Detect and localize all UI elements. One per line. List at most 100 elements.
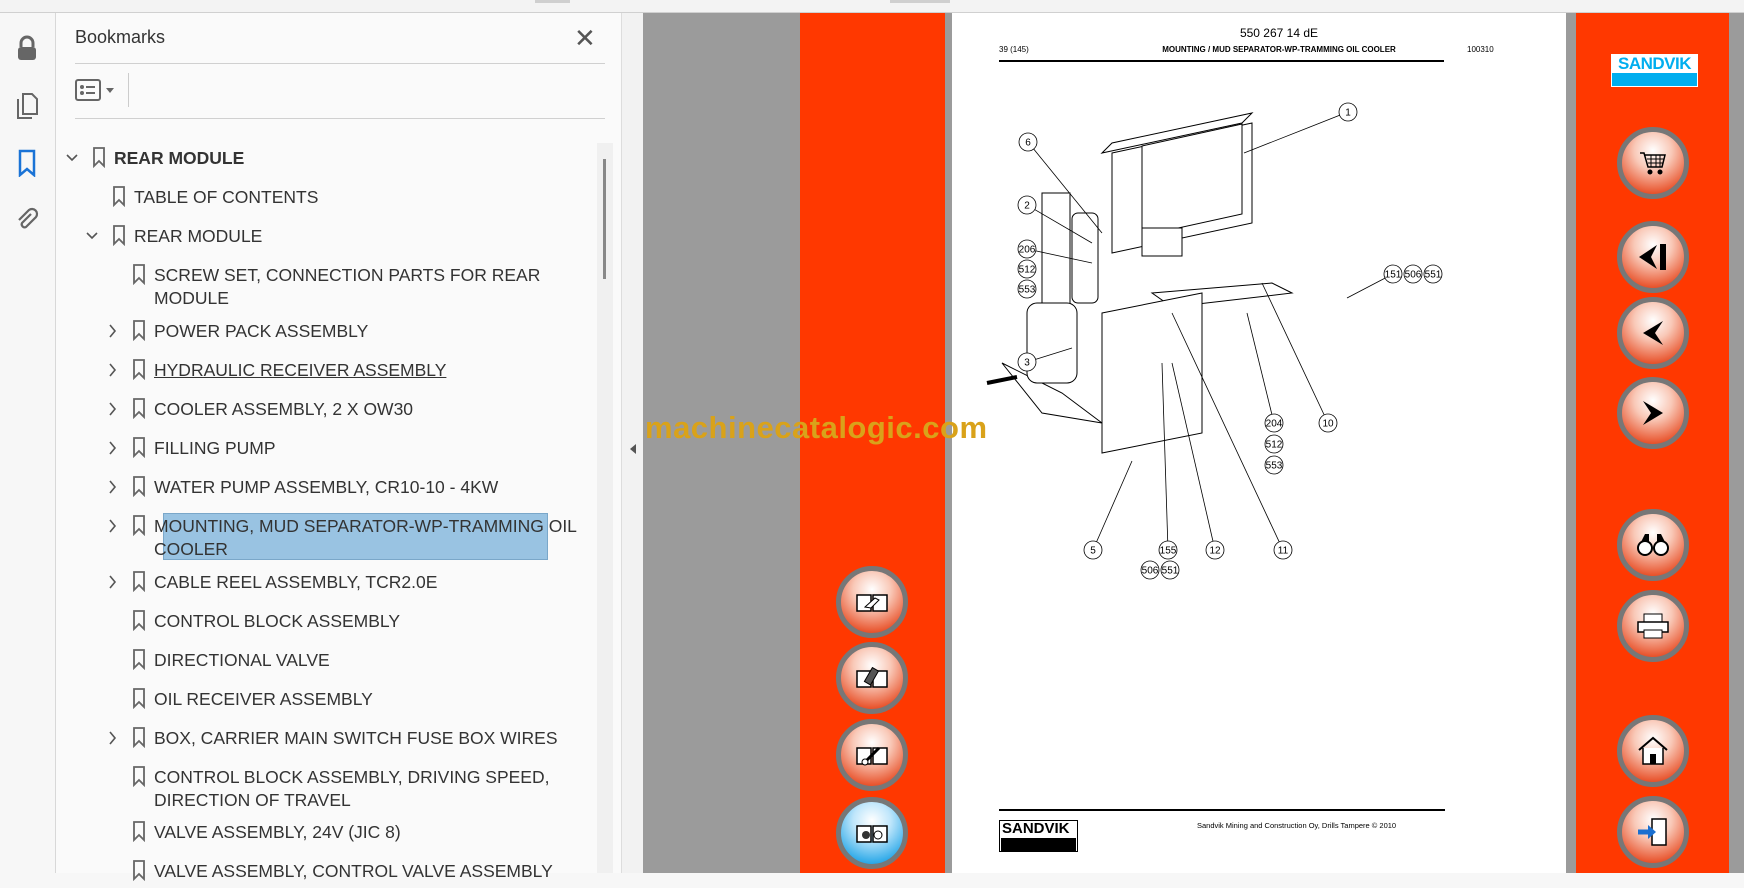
callout-label: 512 bbox=[1019, 265, 1036, 276]
manual-tool-button[interactable] bbox=[836, 719, 908, 791]
chevron-right-icon[interactable] bbox=[105, 516, 119, 536]
bookmark-options-button[interactable] bbox=[75, 75, 121, 105]
bookmark-label: CONTROL BLOCK ASSEMBLY, DRIVING SPEED, bbox=[154, 767, 550, 787]
footer-sandvik-logo: SANDVIK bbox=[999, 820, 1078, 852]
first-page-button[interactable] bbox=[1617, 221, 1689, 293]
footer-logo-text: SANDVIK bbox=[1002, 820, 1070, 837]
pages-icon[interactable] bbox=[12, 91, 42, 121]
manual-remote-button[interactable] bbox=[836, 642, 908, 714]
bookmark-label: WATER PUMP ASSEMBLY, CR10-10 - 4KW bbox=[154, 477, 499, 497]
callout-label: 2 bbox=[1024, 201, 1030, 212]
bookmark-label: MOUNTING, MUD SEPARATOR-WP-TRAMMING OIL bbox=[154, 516, 577, 536]
chevron-right-icon[interactable] bbox=[105, 572, 119, 592]
next-page-icon bbox=[1643, 401, 1663, 425]
cart-button[interactable] bbox=[1617, 127, 1689, 199]
scrollbar[interactable] bbox=[597, 143, 613, 873]
chevron-right-icon[interactable] bbox=[105, 728, 119, 748]
chevron-right-icon[interactable] bbox=[105, 321, 119, 341]
leader-line bbox=[1096, 460, 1133, 542]
exit-button[interactable] bbox=[1617, 796, 1689, 868]
book-hand-icon bbox=[856, 594, 888, 612]
chevron-down-icon bbox=[106, 88, 114, 93]
separator bbox=[1026, 302, 1078, 384]
panel-splitter[interactable] bbox=[621, 13, 643, 873]
bookmark-icon bbox=[132, 263, 146, 286]
attachment-icon[interactable] bbox=[12, 205, 42, 235]
manual-hand-button[interactable] bbox=[836, 566, 908, 638]
collapse-arrow-icon[interactable] bbox=[628, 443, 638, 455]
bookmark-label: COOLER ASSEMBLY, 2 X OW30 bbox=[154, 399, 414, 419]
bookmark-label: VALVE ASSEMBLY, CONTROL VALVE ASSEMBLY bbox=[154, 861, 553, 881]
bookmark-icon bbox=[132, 859, 146, 882]
parts-drawing: 162206512553151 506 5513102045125535 155506… bbox=[986, 102, 1443, 580]
bookmark-icon bbox=[132, 648, 146, 671]
callout-label: 551 bbox=[1162, 566, 1179, 577]
chevron-down-icon[interactable] bbox=[85, 226, 99, 246]
bookmarks-panel: Bookmarks ✕ REAR MODULE TABLE OF CONTENTS… bbox=[56, 13, 621, 882]
bookmark-label: CONTROL BLOCK ASSEMBLY bbox=[154, 611, 401, 631]
manual-parts-button[interactable] bbox=[836, 797, 908, 869]
bookmark-label: VALVE ASSEMBLY, 24V (JIC 8) bbox=[154, 822, 401, 842]
logo-bar bbox=[1612, 73, 1697, 86]
bookmark-label: HYDRAULIC RECEIVER ASSEMBLY bbox=[154, 360, 447, 380]
bookmark-icon bbox=[132, 609, 146, 632]
exit-door-icon bbox=[1638, 818, 1667, 846]
bookmark-label-line2: COOLER bbox=[154, 539, 228, 559]
lock-icon[interactable] bbox=[12, 33, 42, 63]
bookmark-icon bbox=[132, 687, 146, 710]
chevron-down-icon[interactable] bbox=[65, 148, 79, 168]
bookmark-icon bbox=[132, 358, 146, 381]
bookmark-label: OIL RECEIVER ASSEMBLY bbox=[154, 689, 373, 709]
bookmark-label-line2: MODULE bbox=[154, 288, 229, 308]
callout-label: 204 bbox=[1266, 419, 1283, 430]
bookmark-icon bbox=[132, 570, 146, 593]
next-page-button[interactable] bbox=[1617, 377, 1689, 449]
bookmark-label: CABLE REEL ASSEMBLY, TCR2.0E bbox=[154, 572, 438, 592]
left-nav-rail bbox=[0, 13, 56, 873]
bookmark-icon bbox=[132, 765, 146, 788]
find-button[interactable] bbox=[1617, 509, 1689, 581]
toolbar-tab bbox=[535, 0, 570, 3]
bookmark-label: SCREW SET, CONNECTION PARTS FOR REAR bbox=[154, 265, 541, 285]
bookmark-icon bbox=[132, 397, 146, 420]
toolbar-tab bbox=[890, 0, 950, 3]
book-wrench-icon bbox=[856, 746, 888, 766]
bookmark-icon bbox=[132, 820, 146, 843]
callout-label: 3 bbox=[1024, 358, 1030, 369]
callout-label: 506 bbox=[1142, 566, 1159, 577]
solenoid bbox=[1141, 227, 1183, 257]
bookmark-label: POWER PACK ASSEMBLY bbox=[154, 321, 369, 341]
bookmark-icon bbox=[132, 726, 146, 749]
bookmark-label: TABLE OF CONTENTS bbox=[134, 187, 319, 207]
callout-label: 506 bbox=[1405, 270, 1422, 281]
sandvik-logo: SANDVIK bbox=[1611, 54, 1698, 87]
leader-line bbox=[1346, 277, 1386, 299]
divider bbox=[128, 73, 129, 107]
chevron-right-icon[interactable] bbox=[105, 360, 119, 380]
previous-page-icon bbox=[1643, 321, 1663, 345]
callout-label: 12 bbox=[1209, 546, 1221, 557]
bookmark-icon bbox=[132, 319, 146, 342]
footer-rule bbox=[999, 809, 1445, 811]
leader-line bbox=[1261, 282, 1325, 416]
binoculars-icon bbox=[1637, 534, 1669, 556]
print-button[interactable] bbox=[1617, 590, 1689, 662]
chevron-right-icon[interactable] bbox=[105, 438, 119, 458]
leader-line bbox=[1246, 312, 1273, 415]
pdf-page: 550 267 14 dE 39 (145) MOUNTING / MUD SE… bbox=[952, 13, 1566, 873]
chevron-right-icon[interactable] bbox=[105, 477, 119, 497]
divider bbox=[75, 63, 605, 64]
scrollbar-thumb[interactable] bbox=[603, 159, 606, 279]
panel-title: Bookmarks bbox=[75, 27, 166, 47]
book-remote-icon bbox=[856, 667, 888, 688]
bookmark-icon bbox=[132, 436, 146, 459]
callout-label: 1 bbox=[1345, 108, 1351, 119]
printer-icon bbox=[1637, 613, 1669, 639]
valve-body bbox=[1071, 212, 1099, 304]
chevron-right-icon[interactable] bbox=[105, 399, 119, 419]
close-icon[interactable]: ✕ bbox=[574, 23, 596, 54]
previous-page-button[interactable] bbox=[1617, 297, 1689, 369]
home-button[interactable] bbox=[1617, 715, 1689, 787]
callout-label: 512 bbox=[1266, 440, 1283, 451]
bookmark-icon[interactable] bbox=[12, 148, 42, 178]
